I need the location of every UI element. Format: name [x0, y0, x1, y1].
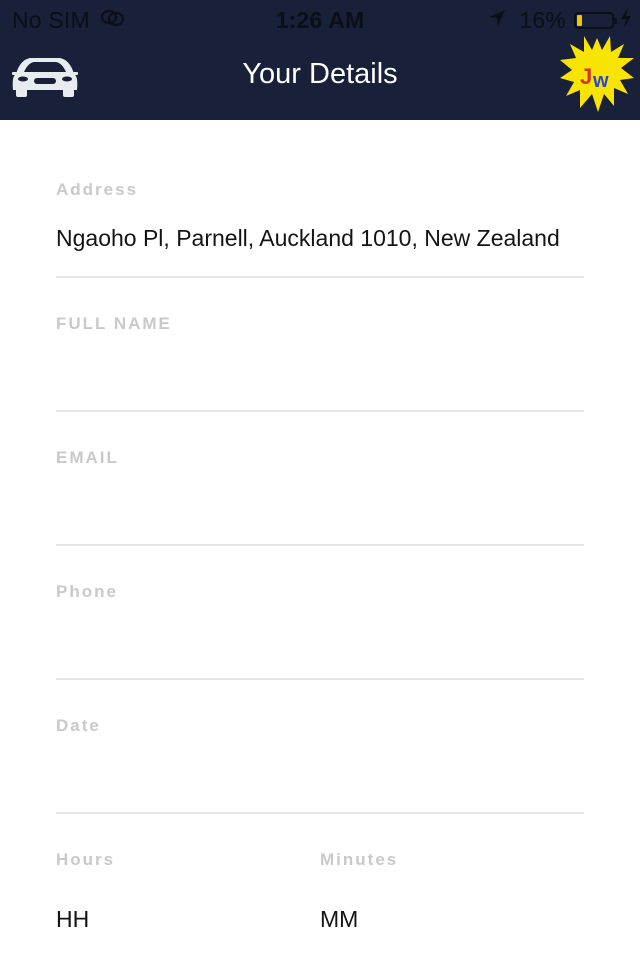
full-name-label: FULL NAME — [56, 314, 172, 333]
date-input[interactable] — [56, 760, 584, 790]
hours-input[interactable]: HH — [56, 906, 296, 933]
address-field: Address — [56, 120, 584, 278]
date-field: Date — [56, 680, 584, 814]
full-name-input[interactable] — [56, 358, 584, 388]
minutes-label: Minutes — [320, 850, 399, 869]
address-input[interactable] — [56, 223, 584, 253]
status-bar: No SIM 1:26 AM 16% — [0, 0, 640, 40]
battery-cap — [614, 18, 617, 24]
status-right: 16% — [487, 7, 632, 34]
email-field: EMAIL — [56, 412, 584, 546]
battery-icon — [574, 12, 617, 29]
location-arrow-icon — [487, 7, 507, 34]
full-name-field: FULL NAME — [56, 278, 584, 412]
minutes-field: Minutes MM — [320, 814, 584, 960]
phone-label: Phone — [56, 582, 118, 601]
email-label: EMAIL — [56, 448, 119, 467]
app-header: No SIM 1:26 AM 16% Your Details J w — [0, 0, 640, 120]
battery-percent: 16% — [519, 7, 566, 33]
charging-bolt-icon — [620, 7, 632, 34]
svg-text:w: w — [592, 70, 609, 92]
hours-field: Hours HH — [56, 814, 296, 960]
hours-label: Hours — [56, 850, 116, 869]
phone-field: Phone — [56, 546, 584, 680]
svg-text:J: J — [580, 64, 592, 89]
date-label: Date — [56, 716, 101, 735]
address-label: Address — [56, 180, 139, 199]
page-title: Your Details — [242, 58, 398, 90]
phone-input[interactable] — [56, 626, 584, 656]
brand-logo[interactable]: J w — [558, 32, 636, 116]
battery-fill — [577, 15, 582, 26]
email-input[interactable] — [56, 492, 584, 522]
minutes-input[interactable]: MM — [320, 906, 584, 933]
